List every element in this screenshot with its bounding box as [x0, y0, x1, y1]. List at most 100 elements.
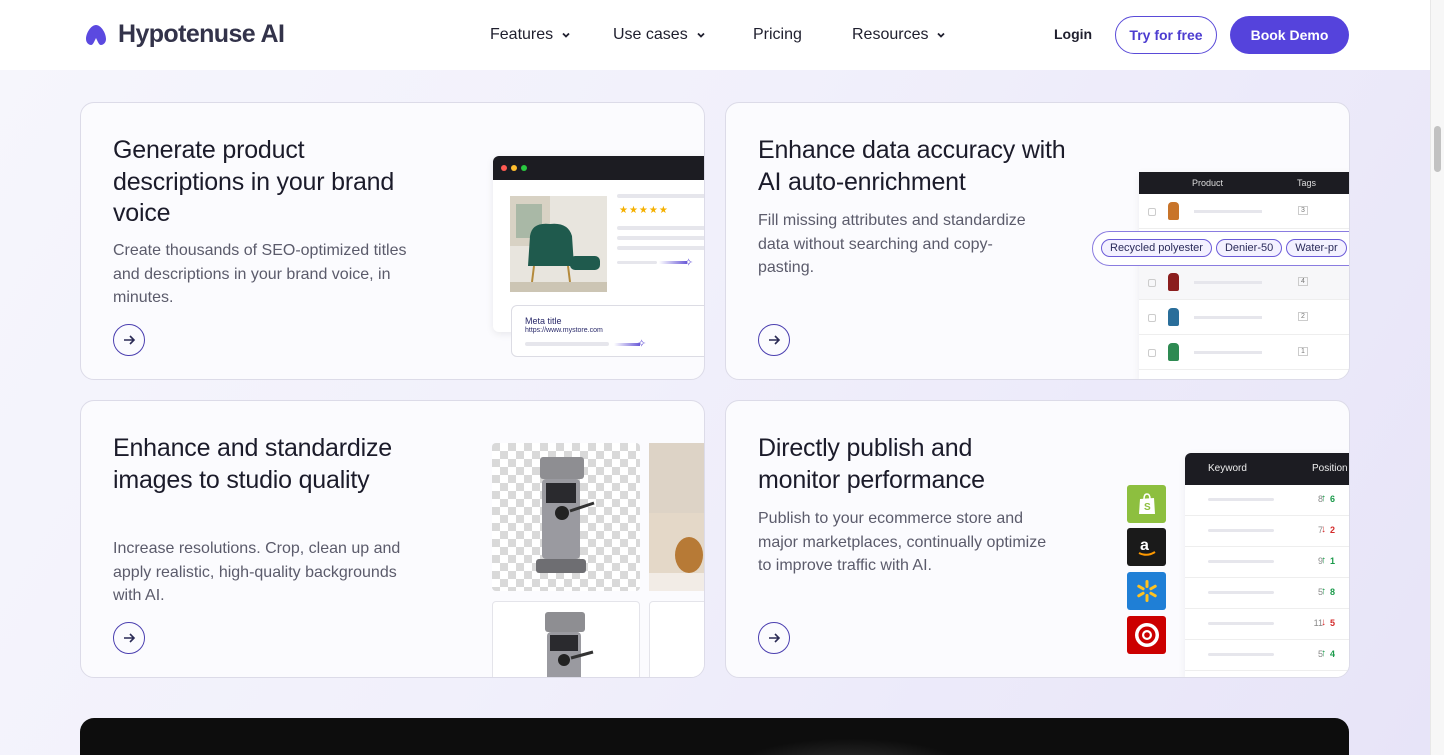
keyword-position-table: Keyword Position 8 ↑ 6 7 ↓ 2 9 ↑ 1 5 ↑ 8 11 ↓ 5 5 ↑ 4: [1185, 453, 1349, 677]
star-rating-icon: ★★★★★: [619, 205, 669, 216]
table-row: 11 ↓ 5: [1185, 609, 1349, 640]
studio-image-thumbnail: [492, 601, 640, 677]
card-description: Publish to your ecommerce store and majo…: [758, 510, 1047, 574]
col-position: Position: [1312, 463, 1348, 474]
arrow-up-icon: ↑: [1321, 555, 1326, 566]
meta-title-box: Meta title https://www.mystore.com ✧: [511, 305, 704, 357]
arrow-right-icon: [124, 335, 136, 345]
logo-text: Hypotenuse AI: [118, 20, 285, 48]
tag-chip: Recycled polyester: [1101, 239, 1212, 257]
chevron-down-icon: [562, 32, 570, 38]
nav-features-label: Features: [490, 26, 554, 43]
meta-url: https://www.mystore.com: [525, 327, 603, 334]
table-row: 7 ↓ 2: [1185, 516, 1349, 547]
card-description: Increase resolutions. Crop, clean up and…: [113, 540, 401, 604]
feature-card-studio-images[interactable]: Enhance and standardize images to studio…: [80, 400, 705, 678]
nav-features[interactable]: Features: [490, 0, 571, 70]
card-title: Directly publish and monitor performance: [758, 434, 985, 494]
table-row: 5 ↑ 4: [1185, 640, 1349, 671]
card-arrow-button[interactable]: [758, 324, 790, 356]
nav-resources-label: Resources: [852, 26, 929, 43]
product-tags-table: Product Tags 3 4 2 1: [1139, 172, 1349, 379]
logo[interactable]: Hypotenuse AI: [84, 20, 285, 49]
kitchen-scene-image: [649, 443, 704, 591]
arrow-right-icon: [769, 633, 781, 643]
table-row: 8 ↑ 6: [1185, 485, 1349, 516]
card-arrow-button[interactable]: [113, 622, 145, 654]
card-title: Generate product descriptions in your br…: [113, 136, 395, 227]
arrow-down-icon: ↓: [1321, 617, 1326, 628]
card-title: Enhance and standardize images to studio…: [113, 434, 392, 494]
walmart-icon: [1127, 572, 1166, 610]
arrow-up-icon: ↑: [1321, 586, 1326, 597]
position-change: 2: [1330, 525, 1336, 535]
card-arrow-button[interactable]: [758, 622, 790, 654]
sparkle-icon: ✧: [684, 257, 694, 269]
table-row: 9 ↑ 1: [1185, 547, 1349, 578]
tag-count: 3: [1298, 206, 1308, 215]
login-link[interactable]: Login: [1054, 26, 1092, 42]
top-navbar: Hypotenuse AI Features Use cases Pricing…: [0, 0, 1430, 70]
svg-text:a: a: [1140, 537, 1149, 554]
nav-pricing-label: Pricing: [753, 26, 802, 43]
table-row: 5 ↑ 8: [1185, 578, 1349, 609]
feature-card-publish-monitor[interactable]: Directly publish and monitor performance…: [725, 400, 1350, 678]
jacket-thumbnail: [1168, 202, 1179, 220]
card-description: Fill missing attributes and standardize …: [758, 212, 1026, 276]
nav-resources[interactable]: Resources: [852, 0, 946, 70]
card-arrow-button[interactable]: [113, 324, 145, 356]
shopify-icon: S: [1127, 485, 1166, 523]
col-product: Product: [1192, 178, 1224, 188]
arrow-up-icon: ↑: [1321, 648, 1326, 659]
col-tags: Tags: [1297, 178, 1317, 188]
table-header: Keyword Position: [1185, 453, 1349, 485]
try-for-free-button[interactable]: Try for free: [1115, 16, 1217, 54]
table-header: Product Tags: [1139, 172, 1349, 194]
position-change: 4: [1330, 649, 1336, 659]
arrow-up-icon: ↑: [1321, 493, 1326, 504]
nav-pricing[interactable]: Pricing: [753, 0, 802, 70]
feature-card-product-descriptions[interactable]: Generate product descriptions in your br…: [80, 102, 705, 380]
col-keyword: Keyword: [1208, 463, 1247, 474]
sparkle-icon: ✧: [637, 338, 647, 350]
jacket-thumbnail: [1168, 343, 1179, 361]
jacket-thumbnail: [1168, 273, 1179, 291]
arrow-down-icon: ↓: [1321, 524, 1326, 535]
transparent-background-image: [492, 443, 640, 591]
card-description: Create thousands of SEO-optimized titles…: [113, 242, 407, 306]
scrollbar-track[interactable]: [1430, 0, 1444, 755]
tag-count: 2: [1298, 312, 1308, 321]
chevron-down-icon: [697, 32, 705, 38]
tag-chip: Denier-50: [1215, 239, 1283, 257]
dark-section: [80, 718, 1349, 755]
amazon-icon: a: [1127, 528, 1166, 566]
card-title: Enhance data accuracy with AI auto-enric…: [758, 136, 1066, 196]
position-change: 5: [1330, 618, 1336, 628]
position-change: 8: [1330, 587, 1336, 597]
arrow-right-icon: [124, 633, 136, 643]
table-row: 1: [1139, 335, 1349, 370]
scrollbar-thumb[interactable]: [1434, 126, 1441, 172]
jacket-thumbnail: [1168, 308, 1179, 326]
tag-chip: Water-pr: [1286, 239, 1347, 257]
meta-title-label: Meta title: [525, 316, 562, 326]
armchair-image: [510, 196, 607, 292]
svg-text:S: S: [1144, 502, 1151, 513]
table-row: 3: [1139, 194, 1349, 229]
position-change: 6: [1330, 494, 1336, 504]
hypotenuse-logo-icon: [86, 24, 106, 45]
book-demo-button[interactable]: Book Demo: [1230, 16, 1349, 54]
target-icon: [1127, 616, 1166, 654]
tag-count: 1: [1298, 347, 1308, 356]
feature-card-auto-enrichment[interactable]: Enhance data accuracy with AI auto-enric…: [725, 102, 1350, 380]
position-change: 1: [1330, 556, 1336, 566]
tag-count: 4: [1298, 277, 1308, 286]
arrow-right-icon: [769, 335, 781, 345]
table-row: 4: [1139, 265, 1349, 300]
studio-image-thumbnail: [649, 601, 704, 677]
browser-bar: [493, 156, 704, 180]
chevron-down-icon: [937, 32, 946, 38]
table-row: 2: [1139, 300, 1349, 335]
nav-use-cases-label: Use cases: [613, 26, 688, 43]
nav-use-cases[interactable]: Use cases: [613, 0, 706, 70]
